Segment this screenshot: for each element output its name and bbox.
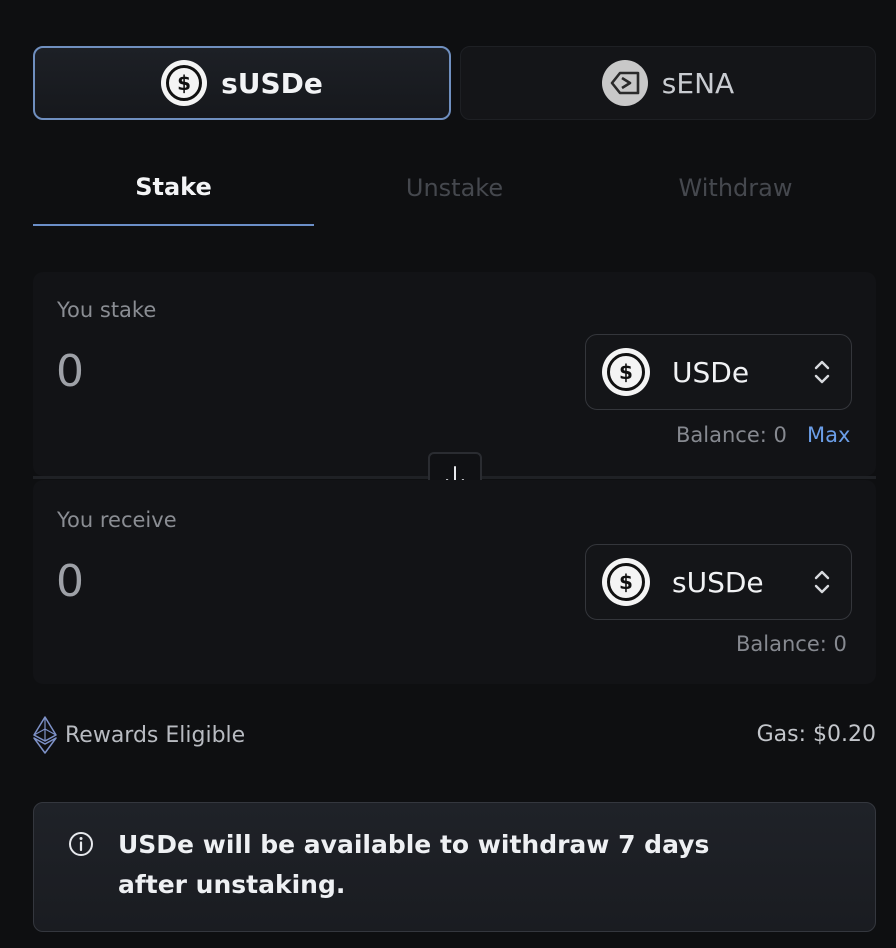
receive-token-select[interactable]: $ sUSDe (585, 544, 852, 620)
tab-withdraw[interactable]: Withdraw (595, 150, 876, 226)
notice-text: USDe will be available to withdraw 7 day… (118, 830, 710, 899)
receive-amount: 0 (56, 556, 84, 607)
stake-balance: Balance: 0 (676, 423, 787, 447)
info-icon (69, 832, 93, 856)
chevron-up-down-icon (814, 360, 830, 384)
asset-tab-sena-label: sENA (661, 66, 735, 100)
unstake-notice: USDe will be available to withdraw 7 day… (33, 802, 876, 932)
stake-token-select[interactable]: $ USDe (585, 334, 852, 410)
receive-label: You receive (57, 508, 177, 532)
asset-tab-susde-label: sUSDe (221, 66, 323, 100)
tab-stake[interactable]: Stake (33, 150, 314, 226)
receive-token-name: sUSDe (672, 565, 764, 599)
usdc-dollar-icon: $ (161, 60, 208, 106)
stake-label: You stake (57, 298, 157, 322)
max-button[interactable]: Max (807, 423, 850, 447)
stake-token-name: USDe (672, 355, 750, 389)
usde-coin-icon: $ (602, 348, 650, 396)
gas-fee: Gas: $0.20 (756, 722, 876, 747)
tab-unstake[interactable]: Unstake (314, 150, 595, 226)
chevron-up-down-icon (814, 570, 830, 594)
rewards-eligible: Rewards Eligible (33, 716, 245, 754)
ena-icon (601, 60, 648, 106)
asset-tab-susde[interactable]: $ sUSDe (33, 46, 451, 120)
receive-balance: Balance: 0 (736, 632, 847, 656)
susde-coin-icon: $ (602, 558, 650, 606)
asset-tab-sena[interactable]: sENA (460, 46, 876, 120)
stake-amount-input[interactable]: 0 (56, 346, 84, 397)
ethereum-icon (33, 716, 57, 754)
rewards-label: Rewards Eligible (65, 722, 246, 748)
